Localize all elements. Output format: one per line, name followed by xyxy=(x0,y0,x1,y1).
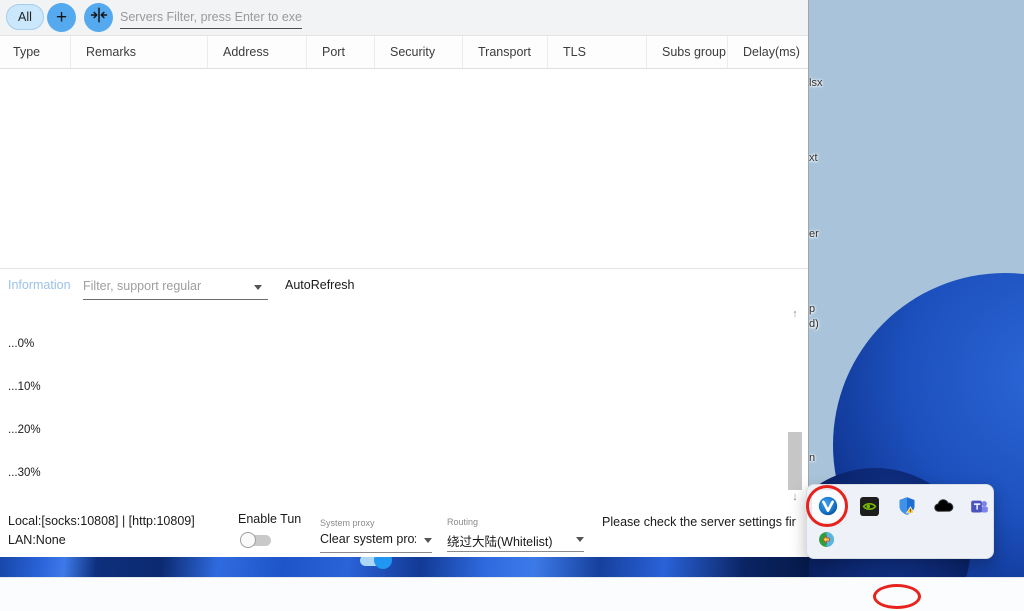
routing-dropdown[interactable]: 绕过大陆(Whitelist) xyxy=(447,528,584,552)
wallpaper-strip xyxy=(0,557,809,578)
v2rayn-window: All + Type Remarks xyxy=(0,0,809,557)
scroll-down-icon[interactable]: ↓ xyxy=(789,491,801,503)
desktop-icon-label[interactable]: n xyxy=(809,452,815,464)
information-panel-bar: Information Filter, support regular Auto… xyxy=(0,268,808,304)
tray-idm-icon[interactable] xyxy=(818,531,838,551)
enable-tun-label: Enable Tun xyxy=(238,512,301,526)
log-line: ...20% xyxy=(8,423,809,437)
system-tray-flyout xyxy=(806,484,994,559)
log-line: ...10% xyxy=(8,380,809,394)
tray-v2rayn-icon[interactable] xyxy=(818,496,838,516)
log-filter-placeholder: Filter, support regular xyxy=(83,279,201,293)
server-list-empty[interactable] xyxy=(0,69,808,268)
column-header-tls[interactable]: TLS xyxy=(548,36,647,68)
tab-information[interactable]: Information xyxy=(8,278,71,292)
server-table-header: Type Remarks Address Port Security Trans… xyxy=(0,36,808,69)
column-header-type[interactable]: Type xyxy=(0,36,71,68)
column-header-port[interactable]: Port xyxy=(307,36,375,68)
system-proxy-label: System proxy xyxy=(320,518,375,528)
toolbar: All + xyxy=(0,0,808,36)
tray-cloud-icon[interactable] xyxy=(933,498,953,518)
subscription-group-all-button[interactable]: All xyxy=(6,4,44,30)
column-header-subs-group[interactable]: Subs group xyxy=(647,36,728,68)
servers-filter-input[interactable] xyxy=(120,5,302,29)
chevron-down-icon xyxy=(254,285,262,290)
column-header-address[interactable]: Address xyxy=(208,36,307,68)
status-bar: Local:[socks:10808] | [http:10809] LAN:N… xyxy=(0,505,809,557)
enable-tun-toggle[interactable] xyxy=(243,535,271,546)
screen: lsx xt er p d) n All + xyxy=(0,0,1024,611)
taskbar: فا xyxy=(0,577,1024,611)
desktop-icon-label[interactable]: er xyxy=(809,228,819,240)
scrollbar-thumb[interactable] xyxy=(788,432,802,490)
scroll-up-icon[interactable]: ↑ xyxy=(789,308,801,320)
log-line: ...0% xyxy=(8,337,809,351)
column-header-delay[interactable]: Delay(ms) xyxy=(728,36,808,68)
chevron-down-icon xyxy=(576,537,584,542)
column-header-transport[interactable]: Transport xyxy=(463,36,548,68)
log-scrollbar[interactable]: ↑ ↓ xyxy=(787,304,804,505)
log-lines: ...0% ...10% ...20% ...30% ...40% ...50%… xyxy=(0,304,809,505)
tray-teams-icon[interactable] xyxy=(970,497,990,517)
log-filter-dropdown[interactable]: Filter, support regular xyxy=(83,274,268,300)
plus-icon: + xyxy=(56,7,67,29)
desktop-icon-label[interactable]: d) xyxy=(809,318,819,330)
column-header-security[interactable]: Security xyxy=(375,36,463,68)
desktop-icon-label[interactable]: lsx xyxy=(809,77,822,89)
desktop-icon-label[interactable]: p xyxy=(809,303,815,315)
log-line: ...30% xyxy=(8,466,809,480)
tray-nvidia-icon[interactable] xyxy=(860,497,880,517)
autorefresh-label: AutoRefresh xyxy=(285,278,354,292)
add-server-button[interactable]: + xyxy=(47,3,76,32)
chevron-down-icon xyxy=(424,538,432,543)
log-output-area[interactable]: ...0% ...10% ...20% ...30% ...40% ...50%… xyxy=(0,304,809,505)
system-proxy-dropdown[interactable]: Clear system prox xyxy=(320,529,432,553)
toggle-knob xyxy=(240,532,256,548)
local-ports-info: Local:[socks:10808] | [http:10809] xyxy=(8,514,195,528)
tune-icon xyxy=(90,6,108,29)
routing-label: Routing xyxy=(447,517,478,527)
routing-value: 绕过大陆(Whitelist) xyxy=(447,531,553,550)
tray-windows-security-icon[interactable] xyxy=(897,496,917,516)
lan-info: LAN:None xyxy=(8,533,66,547)
system-proxy-value: Clear system prox xyxy=(320,532,416,546)
columns-adjust-button[interactable] xyxy=(84,3,113,32)
desktop-icon-label[interactable]: xt xyxy=(809,152,818,164)
status-message: Please check the server settings fir xyxy=(602,515,796,529)
column-header-remarks[interactable]: Remarks xyxy=(71,36,208,68)
